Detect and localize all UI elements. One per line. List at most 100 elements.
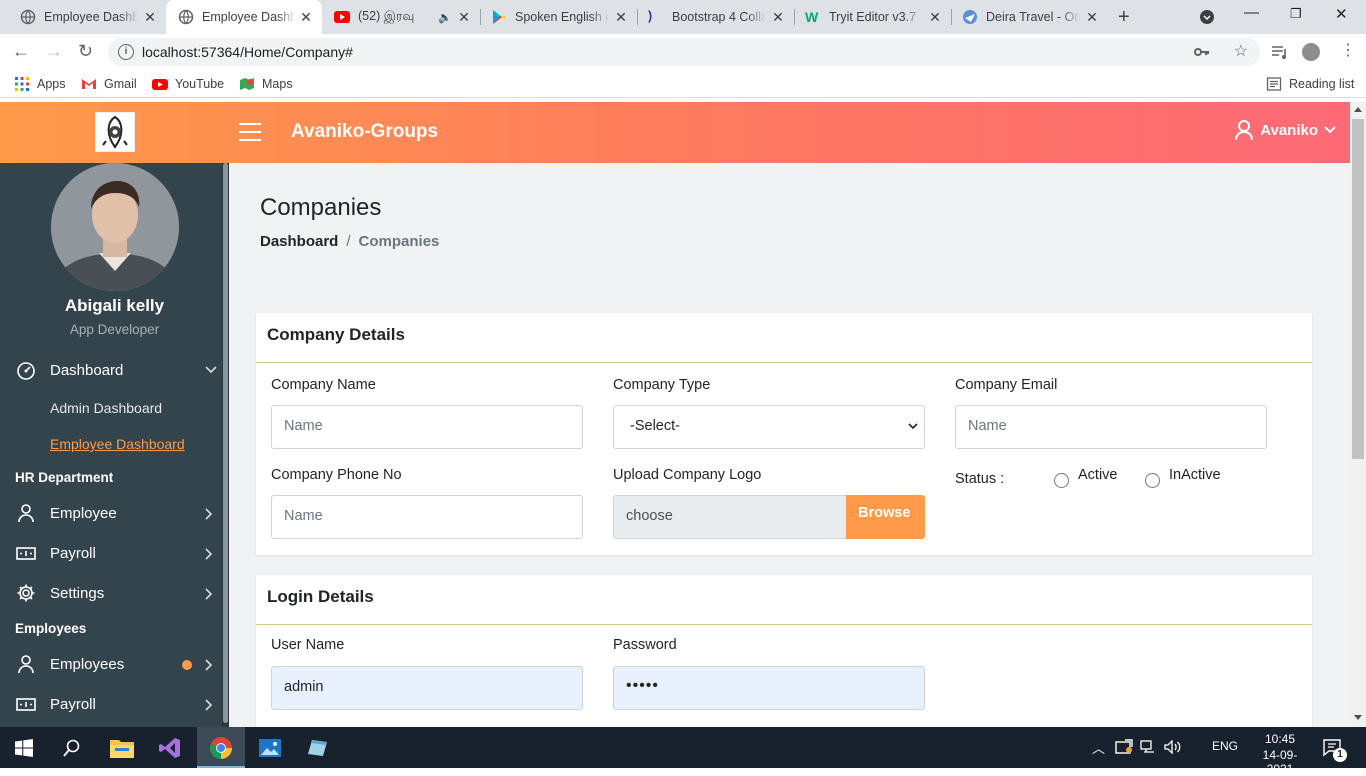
chevron-right-icon[interactable]: [205, 548, 213, 560]
taskbar-app[interactable]: [294, 727, 342, 768]
bookmark-youtube[interactable]: YouTube: [152, 76, 224, 92]
chevron-right-icon[interactable]: [205, 508, 213, 520]
menu-settings[interactable]: Settings: [16, 583, 104, 603]
chevron-right-icon[interactable]: [205, 588, 213, 600]
browser-tab-active[interactable]: Employee Dashboard ✕: [166, 0, 322, 34]
info-icon[interactable]: i: [118, 44, 134, 60]
media-queue-icon[interactable]: [1272, 45, 1288, 59]
bookmark-gmail[interactable]: Gmail: [81, 76, 137, 92]
tab-title: Employee Dashboard: [44, 10, 138, 24]
forward-icon[interactable]: →: [45, 41, 63, 62]
company-name-input[interactable]: Name: [271, 405, 583, 449]
status-label: Status :: [955, 471, 1005, 487]
chevron-right-icon[interactable]: [205, 659, 213, 671]
section-employees: Employees: [15, 621, 87, 636]
submenu-admin-dashboard[interactable]: Admin Dashboard: [50, 400, 162, 416]
menu-dashboard[interactable]: Dashboard: [16, 360, 123, 380]
browser-tab[interactable]: W Tryit Editor v3.7 ✕: [795, 0, 951, 34]
menu-employee[interactable]: Employee: [16, 503, 117, 523]
menu-label: Payroll: [50, 695, 96, 713]
close-icon[interactable]: ✕: [142, 9, 158, 26]
taskbar-photos[interactable]: [246, 727, 294, 768]
close-icon[interactable]: ✕: [613, 9, 629, 26]
breadcrumb-dashboard[interactable]: Dashboard: [260, 233, 338, 250]
browser-tab[interactable]: (52) இரவு 🔈 ✕: [322, 0, 480, 34]
username-input[interactable]: admin: [271, 666, 583, 710]
play-store-icon: [493, 10, 505, 24]
tray-expand-icon[interactable]: ︿: [1092, 738, 1105, 757]
start-button[interactable]: [0, 727, 48, 768]
company-phone-input[interactable]: Name: [271, 495, 583, 539]
password-input[interactable]: •••••: [613, 666, 925, 710]
chevron-down-icon[interactable]: [205, 366, 217, 374]
network-icon[interactable]: [1140, 740, 1156, 754]
user-menu[interactable]: Avaniko: [1234, 119, 1336, 141]
close-icon[interactable]: ✕: [298, 9, 314, 26]
minimize-icon[interactable]: —: [1244, 4, 1259, 21]
close-window-icon[interactable]: ✕: [1335, 5, 1348, 23]
file-input[interactable]: choose: [613, 495, 846, 539]
taskbar-visual-studio[interactable]: [146, 727, 194, 768]
search-button[interactable]: [48, 727, 96, 768]
bookmark-apps[interactable]: Apps: [14, 76, 66, 92]
tab-title: Bootstrap 4 Collapse: [672, 10, 766, 24]
reload-icon[interactable]: ↻: [78, 41, 93, 62]
back-icon[interactable]: ←: [12, 41, 30, 62]
browser-tab[interactable]: Employee Dashboard ✕: [0, 0, 166, 34]
close-icon[interactable]: ✕: [770, 9, 786, 26]
browser-tab-strip: Employee Dashboard ✕ Employee Dashboard …: [0, 0, 1366, 34]
notification-count: 1: [1333, 748, 1347, 762]
clock-date[interactable]: 14-09-2021: [1250, 748, 1310, 776]
security-icon[interactable]: [1115, 739, 1133, 755]
globe-icon: [178, 9, 194, 25]
active-radio[interactable]: [1054, 473, 1069, 488]
taskbar-chrome[interactable]: [197, 727, 245, 768]
profile-avatar-icon[interactable]: [1302, 43, 1320, 61]
page-scrollbar[interactable]: [1350, 102, 1366, 727]
scroll-up-icon[interactable]: [1354, 106, 1362, 112]
profile-avatar[interactable]: [51, 163, 179, 291]
tab-title: Tryit Editor v3.7: [829, 10, 917, 24]
close-icon[interactable]: ✕: [1084, 9, 1100, 26]
card-heading: Login Details: [256, 575, 1312, 625]
company-email-input[interactable]: Name: [955, 405, 1267, 449]
omnibox[interactable]: i localhost:57364/Home/Company# ☆: [108, 38, 1260, 66]
browse-button[interactable]: Browse: [846, 495, 925, 539]
menu-employees[interactable]: Employees: [16, 654, 124, 674]
scroll-down-icon[interactable]: [1354, 715, 1362, 721]
reading-list[interactable]: Reading list: [1266, 76, 1354, 92]
company-type-select[interactable]: -Select-: [613, 405, 925, 449]
menu-payroll-2[interactable]: Payroll: [16, 694, 96, 714]
speaker-icon[interactable]: 🔈: [438, 11, 452, 24]
password-label: Password: [613, 637, 677, 653]
close-icon[interactable]: ✕: [456, 9, 472, 26]
tab-search-icon[interactable]: [1200, 10, 1214, 24]
browser-tab[interactable]: Deira Travel - Online ✕: [952, 0, 1108, 34]
file-upload[interactable]: choose Browse: [613, 495, 925, 539]
restore-icon[interactable]: ❐: [1290, 6, 1302, 22]
inactive-radio[interactable]: [1145, 473, 1160, 488]
key-icon[interactable]: [1194, 45, 1210, 59]
url-text[interactable]: localhost:57364/Home/Company#: [142, 44, 353, 60]
new-tab-button[interactable]: +: [1118, 6, 1130, 29]
money-icon: [16, 698, 36, 711]
language-indicator[interactable]: ENG: [1212, 739, 1238, 753]
company-logo[interactable]: [95, 112, 135, 152]
apps-grid-icon: [15, 77, 29, 91]
browser-tab[interactable]: Spoken English in ✕: [481, 0, 637, 34]
browser-tab[interactable]: ) Bootstrap 4 Collapse ✕: [638, 0, 794, 34]
sidebar-scrollbar[interactable]: [222, 163, 229, 727]
taskbar-file-explorer[interactable]: [98, 727, 146, 768]
chevron-right-icon[interactable]: [205, 699, 213, 711]
star-icon[interactable]: ☆: [1234, 41, 1248, 61]
bookmark-maps[interactable]: Maps: [239, 76, 293, 92]
submenu-employee-dashboard[interactable]: Employee Dashboard: [50, 436, 185, 452]
clock-time[interactable]: 10:45: [1250, 732, 1310, 746]
menu-payroll[interactable]: Payroll: [16, 543, 96, 563]
volume-icon[interactable]: [1164, 740, 1182, 754]
company-email-label: Company Email: [955, 377, 1058, 393]
hamburger-menu-icon[interactable]: [239, 123, 261, 147]
menu-dots-icon[interactable]: ⋮: [1340, 40, 1356, 60]
close-icon[interactable]: ✕: [927, 9, 943, 26]
page-title: Companies: [260, 194, 382, 221]
